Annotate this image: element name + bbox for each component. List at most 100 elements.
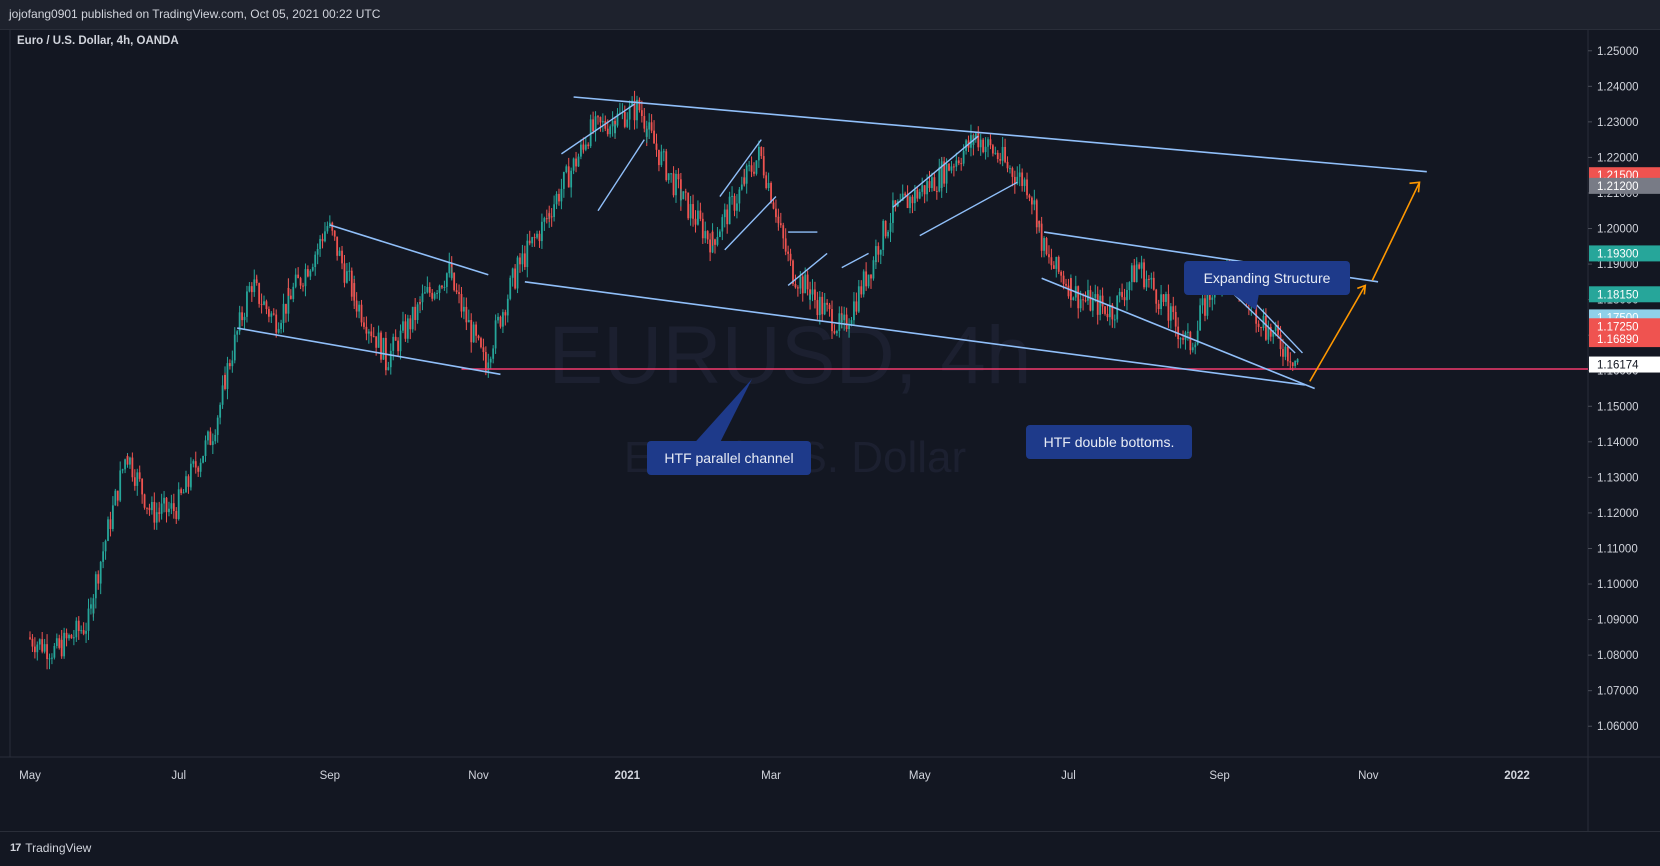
candle-body	[670, 173, 673, 175]
candle-body	[1062, 275, 1065, 284]
candle-body	[246, 291, 248, 317]
candle-body	[594, 116, 597, 132]
candle-body	[1040, 223, 1043, 251]
candle-body	[699, 210, 702, 219]
candle-body	[480, 338, 482, 348]
candle-body	[309, 270, 312, 277]
candle-body	[1004, 159, 1006, 162]
channel-callout-label: HTF parallel channel	[664, 450, 793, 466]
candle-body	[1084, 300, 1087, 302]
candle-body	[404, 321, 407, 339]
x-tick-label: May	[19, 770, 41, 782]
pattern-segment[interactable]	[597, 139, 645, 212]
candle-body	[306, 269, 309, 277]
candle-body	[523, 253, 526, 268]
falling-wedge-top[interactable]	[329, 224, 489, 276]
candle-body	[29, 637, 31, 639]
candle-body	[70, 634, 73, 639]
x-tick-label: Nov	[1358, 770, 1379, 782]
candle-body	[441, 285, 443, 288]
candle-body	[394, 336, 397, 341]
price-tag-label: 1.19300	[1597, 248, 1639, 260]
chart-panel[interactable]: EURUSD, 4hEuro / U.S. Dollar1.250001.240…	[0, 28, 1660, 831]
candle-body	[682, 191, 685, 200]
candle-body	[1072, 297, 1075, 301]
candle-body	[55, 638, 58, 646]
candle-body	[282, 303, 285, 324]
candle-body	[1267, 327, 1270, 340]
candle-body	[1065, 283, 1067, 286]
candle-body	[826, 302, 829, 305]
candle-body	[253, 279, 256, 293]
candle-body	[1094, 294, 1097, 298]
candle-body	[165, 497, 168, 513]
double-bottom-callout-label: HTF double bottoms.	[1044, 434, 1175, 450]
candle-body	[650, 122, 653, 131]
candle-body	[521, 253, 524, 265]
candle-body	[228, 363, 231, 367]
candle-body	[838, 313, 841, 332]
candle-body	[609, 126, 612, 135]
candle-body	[1282, 349, 1284, 357]
candle-body	[90, 604, 92, 609]
chart-canvas[interactable]: EURUSD, 4hEuro / U.S. Dollar1.250001.240…	[0, 28, 1660, 831]
pattern-segment[interactable]	[719, 139, 762, 197]
candle-body	[716, 237, 719, 245]
candle-body	[99, 561, 102, 584]
candle-body	[1211, 297, 1214, 300]
pattern-segment[interactable]	[841, 252, 869, 269]
candle-body	[874, 246, 877, 262]
candle-body	[755, 160, 758, 174]
candle-body	[952, 166, 955, 168]
candle-body	[1201, 298, 1204, 306]
candle-body	[1148, 278, 1150, 280]
candle-body	[611, 120, 614, 127]
candle-body	[599, 117, 602, 123]
candle-body	[211, 441, 214, 445]
candle-body	[889, 222, 892, 232]
projection-leg-1[interactable]	[1309, 285, 1366, 382]
candle-body	[601, 121, 604, 123]
candle-body	[216, 417, 219, 435]
tradingview-brand[interactable]: 17 TradingView	[10, 841, 91, 855]
candle-body	[92, 598, 95, 614]
candle-body	[1104, 306, 1106, 314]
y-tick-label: 1.06000	[1597, 721, 1639, 733]
candle-body	[51, 657, 53, 659]
candle-body	[999, 158, 1002, 161]
candle-body	[987, 139, 989, 147]
candle-body	[233, 334, 236, 361]
candle-body	[419, 302, 421, 304]
candle-body	[928, 181, 931, 189]
pattern-segment[interactable]	[561, 103, 635, 155]
candle-body	[884, 220, 887, 237]
candle-body	[665, 151, 668, 181]
candle-body	[606, 128, 609, 135]
candle-body	[324, 231, 326, 242]
candle-body	[338, 250, 341, 256]
candle-body	[1189, 331, 1192, 351]
tradingview-logo-icon: 17	[10, 842, 21, 854]
candle-body	[1257, 323, 1260, 327]
candle-body	[509, 277, 512, 299]
candle-body	[414, 306, 417, 321]
x-tick-label: Sep	[320, 770, 340, 782]
projection-leg-2[interactable]	[1371, 181, 1421, 281]
candle-body	[53, 645, 56, 658]
candle-body	[572, 158, 575, 171]
candle-body	[814, 289, 816, 301]
candle-body	[285, 303, 287, 314]
x-tick-label: 2021	[614, 770, 640, 782]
pattern-segment[interactable]	[892, 135, 979, 208]
x-tick-label: Jul	[171, 770, 186, 782]
price-tag-label: 1.16174	[1597, 360, 1639, 372]
candle-body	[848, 325, 850, 329]
candle-body	[492, 348, 495, 359]
candle-body	[116, 490, 119, 501]
candle-body	[65, 632, 68, 639]
y-tick-label: 1.11000	[1597, 543, 1638, 555]
y-tick-label: 1.09000	[1597, 615, 1639, 627]
candle-body	[60, 639, 63, 657]
candle-body	[402, 321, 404, 331]
candle-body	[626, 119, 629, 127]
